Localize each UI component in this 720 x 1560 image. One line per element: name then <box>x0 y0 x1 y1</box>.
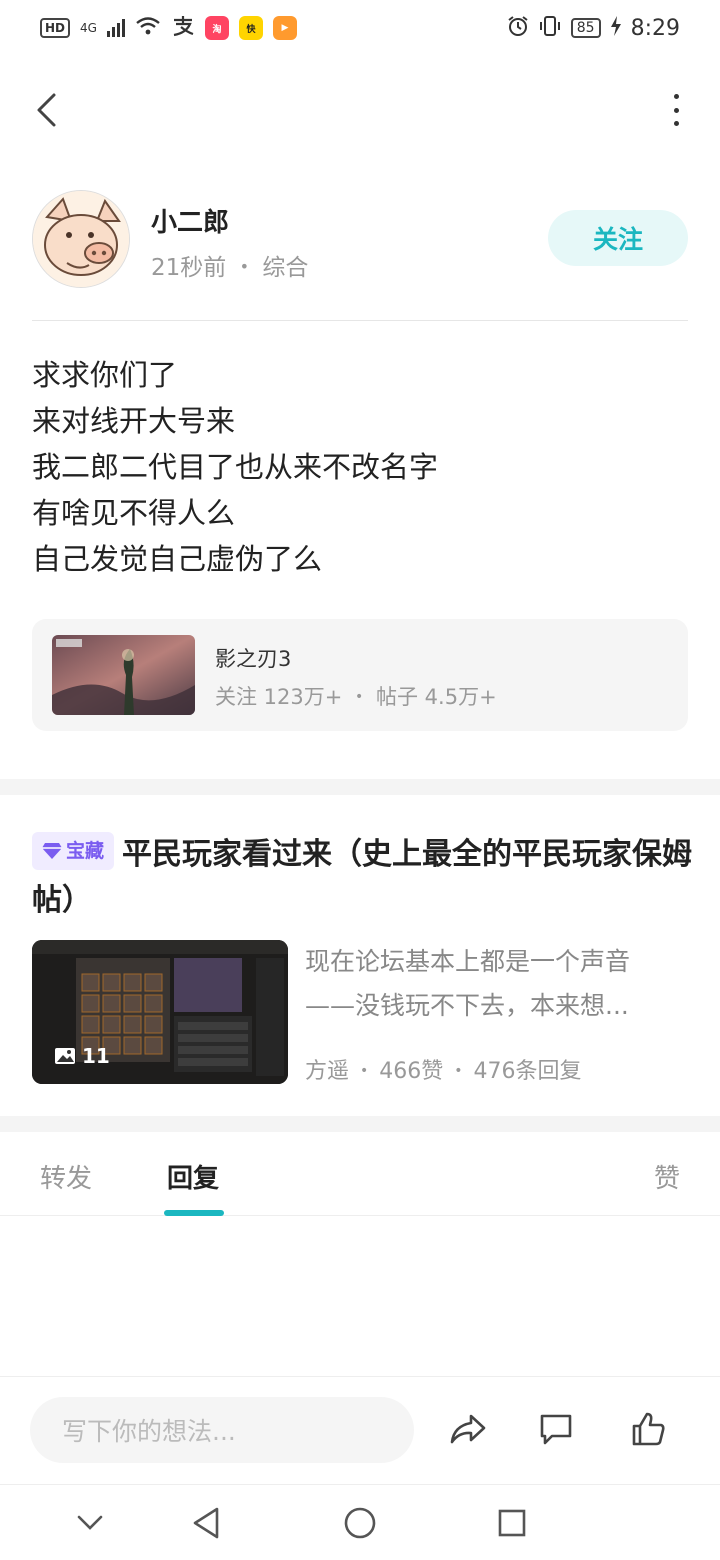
meta-separator: • <box>360 1063 369 1079</box>
snippet-line: 现在论坛基本上都是一个声音 <box>305 947 631 976</box>
status-bar: HD 4G 淘 快 ▶ 85 8:29 <box>0 0 720 56</box>
author-name[interactable]: 小二郎 <box>151 202 229 239</box>
snippet-line: ——没钱玩不下去，本来想... <box>305 991 629 1020</box>
recommended-meta: 方遥 • 466赞 • 476条回复 <box>305 1053 582 1085</box>
comment-icon <box>540 1414 572 1445</box>
recommended-post-title[interactable]: 宝藏 平民玩家看过来（史上最全的平民玩家保姆帖） <box>32 832 692 924</box>
thumbs-up-icon <box>632 1412 665 1446</box>
square-recents-icon <box>498 1509 526 1537</box>
chevron-left-icon <box>37 93 56 127</box>
recommended-snippet[interactable]: 现在论坛基本上都是一个声音 ——没钱玩不下去，本来想... <box>305 940 685 1028</box>
nav-recents-button[interactable] <box>492 1503 532 1543</box>
forum-thumbnail <box>52 635 195 715</box>
share-button[interactable] <box>446 1407 490 1451</box>
post-category: 综合 <box>262 255 309 281</box>
clock: 8:29 <box>630 15 680 41</box>
tab-like[interactable]: 赞 <box>654 1158 680 1195</box>
recommended-thumbnail[interactable]: 11 <box>32 940 288 1084</box>
post-time: 21秒前 <box>151 255 227 281</box>
diamond-icon <box>42 843 62 859</box>
forum-posts: 帖子 4.5万+ <box>376 685 497 709</box>
tab-indicator <box>164 1210 224 1216</box>
back-button[interactable] <box>26 88 66 132</box>
network-type: 4G <box>80 21 97 35</box>
pig-avatar-icon <box>33 191 129 287</box>
like-button[interactable] <box>626 1407 670 1451</box>
author-header: 小二郎 21秒前 • 综合 关注 <box>32 188 688 292</box>
top-nav <box>0 70 720 150</box>
post-content: 求求你们了 来对线开大号来 我二郎二代目了也从来不改名字 有啥见不得人么 自己发… <box>32 352 688 582</box>
vibrate-icon <box>539 15 561 42</box>
recommended-likes: 466赞 <box>379 1059 444 1084</box>
hd-indicator: HD <box>40 18 71 38</box>
badge-label: 宝藏 <box>66 840 105 862</box>
charging-icon <box>610 15 621 41</box>
avatar[interactable] <box>32 190 130 288</box>
post-line: 我二郎二代目了也从来不改名字 <box>32 450 439 484</box>
meta-separator: • <box>454 1063 463 1079</box>
follow-button[interactable]: 关注 <box>548 210 688 266</box>
alarm-icon <box>507 15 529 42</box>
post-line: 求求你们了 <box>32 358 178 392</box>
tab-repost[interactable]: 转发 <box>40 1158 92 1195</box>
forum-card[interactable]: 影之刃3 关注 123万+ • 帖子 4.5万+ <box>32 619 688 731</box>
hide-keyboard-button[interactable] <box>70 1503 110 1543</box>
treasure-badge: 宝藏 <box>32 832 115 870</box>
recommended-replies: 476条回复 <box>473 1059 582 1084</box>
taobao-app-icon: 淘 <box>204 16 229 40</box>
post-line: 有啥见不得人么 <box>32 496 236 530</box>
nav-home-button[interactable] <box>340 1503 380 1543</box>
post-line: 来对线开大号来 <box>32 404 236 438</box>
status-right: 85 8:29 <box>507 15 680 42</box>
kuaishou-app-icon: 快 <box>238 16 263 40</box>
battery-level: 85 <box>570 18 601 38</box>
tab-reply[interactable]: 回复 <box>167 1158 219 1195</box>
image-icon <box>55 1048 75 1064</box>
post-meta: 21秒前 • 综合 <box>151 248 308 282</box>
signal-icon <box>106 19 125 37</box>
comment-bar: 写下你的想法... <box>0 1376 720 1484</box>
video-app-icon: ▶ <box>272 16 297 40</box>
interaction-tabs: 转发 回复 赞 <box>0 1134 720 1216</box>
image-count: 11 <box>54 1044 110 1068</box>
forum-stats: 关注 123万+ • 帖子 4.5万+ <box>215 681 497 711</box>
more-options-button[interactable] <box>666 94 686 126</box>
stats-separator: • <box>355 689 364 705</box>
alipay-icon <box>171 15 195 42</box>
forum-followers: 关注 123万+ <box>215 685 343 709</box>
section-divider <box>0 779 720 795</box>
system-nav-bar <box>0 1484 720 1560</box>
triangle-back-icon <box>193 1507 219 1539</box>
meta-separator: • <box>239 257 250 276</box>
wifi-icon <box>135 16 161 41</box>
chevron-down-icon <box>77 1515 103 1530</box>
recommended-author: 方遥 <box>305 1059 350 1084</box>
section-divider <box>0 1116 720 1132</box>
forum-name: 影之刃3 <box>215 647 292 671</box>
comment-button[interactable] <box>534 1407 578 1451</box>
comment-input[interactable]: 写下你的想法... <box>30 1397 414 1463</box>
recommended-title-text: 平民玩家看过来（史上最全的平民玩家保姆帖） <box>32 837 693 918</box>
more-dots-icon <box>673 94 679 99</box>
nav-back-button[interactable] <box>186 1503 226 1543</box>
status-left: HD 4G 淘 快 ▶ <box>40 15 297 42</box>
divider <box>32 320 688 321</box>
post-line: 自己发觉自己虚伪了么 <box>32 542 323 576</box>
share-icon <box>450 1414 486 1444</box>
circle-home-icon <box>344 1507 376 1539</box>
image-count-label: 11 <box>82 1044 110 1068</box>
